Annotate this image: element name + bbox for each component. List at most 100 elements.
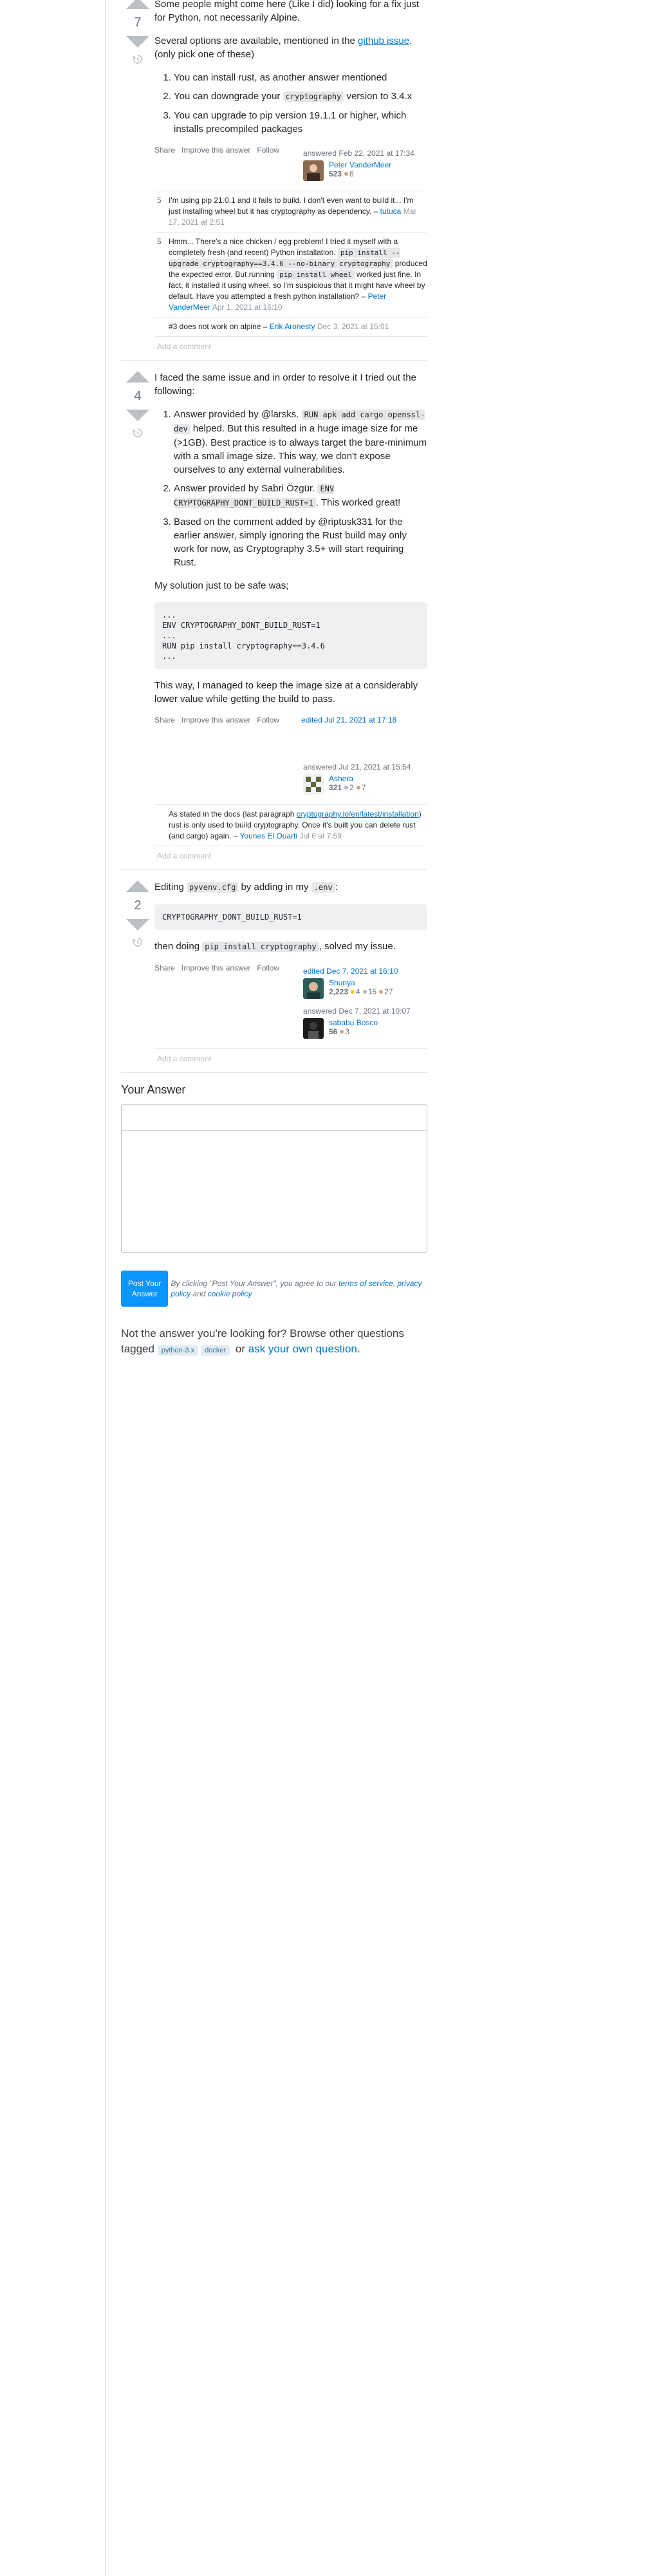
comment-date: Dec 3, 2021 at 15:01	[317, 322, 389, 331]
user-reputation: 523 6	[329, 169, 354, 178]
answer-divider	[121, 869, 427, 870]
user-name[interactable]: sababu Bosco	[329, 1018, 378, 1027]
user-signature: answered Feb 22, 2021 at 17:34 Peter Van…	[299, 146, 427, 185]
share-link[interactable]: Share	[154, 963, 175, 972]
history-icon[interactable]	[133, 54, 143, 64]
answer-paragraph: then doing pip install cryptography, sol…	[154, 941, 396, 952]
comment-link[interactable]: cryptography.io/en/latest/installation	[297, 810, 419, 819]
downvote-icon[interactable]	[126, 36, 149, 48]
answer-divider	[121, 1072, 427, 1073]
ask-question-link[interactable]: ask your own question	[248, 1343, 357, 1355]
user-name[interactable]: Ashera	[329, 774, 366, 783]
answer-body: Editing pyvenv.cfg by adding in my .env:…	[154, 880, 427, 1068]
avatar[interactable]	[303, 978, 324, 999]
comment: As stated in the docs (last paragraph cr…	[154, 805, 427, 846]
inline-code: cryptography	[283, 91, 344, 102]
options-list: You can install rust, as another answer …	[174, 71, 427, 136]
upvote-icon[interactable]	[126, 371, 149, 383]
bronze-badge-icon	[344, 172, 349, 176]
comment: 5 I'm using pip 21.0.1 and it fails to b…	[154, 191, 427, 232]
follow-link[interactable]: Follow	[257, 146, 279, 155]
vote-count: 7	[134, 15, 142, 30]
comment-user[interactable]: tutuca	[380, 207, 402, 216]
avatar[interactable]	[303, 1018, 324, 1039]
answer-paragraph: My solution just to be safe was;	[154, 580, 289, 591]
github-issue-link[interactable]: github issue	[358, 35, 409, 46]
comment-date: Jul 6 at 7:59	[299, 831, 342, 840]
list-item: You can downgrade your cryptography vers…	[174, 90, 427, 104]
history-icon[interactable]	[133, 937, 143, 947]
inline-code: pip install wheel	[277, 270, 355, 279]
post-answer-button[interactable]: Post Your Answer	[121, 1271, 169, 1307]
vote-cell: 4	[121, 371, 154, 866]
terms-of-service-link[interactable]: terms of service	[339, 1279, 393, 1288]
vote-cell: 7	[121, 0, 154, 356]
answered-date: answered Dec 7, 2021 at 10:07	[303, 1007, 411, 1016]
add-comment-link[interactable]: Add a comment	[154, 1049, 427, 1068]
comment-user[interactable]: Erik Aronesty	[270, 322, 315, 331]
user-signature: answered Jul 21, 2021 at 15:54 Ashera 32…	[299, 759, 427, 799]
browse-questions-prompt: Not the answer you're looking for? Brows…	[121, 1327, 404, 1356]
your-answer-section: Your Answer Post Your Answer By clicking…	[121, 1083, 427, 1307]
answered-date: answered Jul 21, 2021 at 15:54	[303, 762, 411, 772]
code-block: ... ENV CRYPTOGRAPHY_DONT_BUILD_RUST=1 .…	[154, 602, 427, 669]
user-reputation: 2,223 4 15 27	[329, 987, 393, 996]
downvote-icon[interactable]	[126, 410, 149, 421]
add-comment-link[interactable]: Add a comment	[154, 337, 427, 356]
downvote-icon[interactable]	[126, 919, 149, 931]
comment-score	[154, 809, 169, 842]
answer-post: 7 Some people might come here (Like I di…	[121, 0, 427, 356]
follow-link[interactable]: Follow	[257, 963, 279, 972]
gold-badge-icon	[351, 990, 355, 994]
follow-link[interactable]: Follow	[257, 715, 279, 724]
comment-date: Apr 1, 2021 at 16:10	[212, 303, 283, 312]
avatar[interactable]	[303, 160, 324, 181]
improve-answer-link[interactable]: Improve this answer	[181, 146, 250, 155]
post-menu: Share Improve this answer Follow edited …	[154, 715, 427, 724]
comment-score: 5	[157, 237, 162, 246]
improve-answer-link[interactable]: Improve this answer	[181, 963, 250, 972]
editor-signature: edited Dec 7, 2021 at 16:10 Shunya 2,223…	[299, 963, 427, 1003]
edited-date[interactable]: edited Dec 7, 2021 at 16:10	[303, 967, 423, 976]
upvote-icon[interactable]	[126, 880, 149, 892]
answer-editor[interactable]	[121, 1104, 427, 1253]
silver-badge-icon	[362, 990, 367, 994]
inline-code: .env	[311, 882, 335, 893]
comment-user[interactable]: Younes El Ouarti	[240, 831, 298, 840]
comment-score: 5	[157, 196, 162, 205]
comment-score	[154, 321, 169, 332]
user-name[interactable]: Shunya	[329, 978, 393, 987]
edited-date-link[interactable]: edited Jul 21, 2021 at 17:18	[301, 715, 396, 724]
add-comment-link[interactable]: Add a comment	[154, 846, 427, 866]
vote-count: 4	[134, 389, 142, 403]
inline-code: pip install cryptography	[202, 942, 319, 952]
tag-docker[interactable]: docker	[201, 1345, 230, 1356]
inline-code: pyvenv.cfg	[187, 882, 239, 893]
comments-section: 5 I'm using pip 21.0.1 and it fails to b…	[154, 191, 427, 337]
tag-python-3x[interactable]: python-3.x	[157, 1345, 199, 1356]
comment: 5 Hmm... There's a nice chicken / egg pr…	[154, 232, 427, 317]
upvote-icon[interactable]	[126, 0, 149, 9]
history-icon[interactable]	[133, 428, 143, 438]
user-reputation: 56 3	[329, 1027, 350, 1036]
user-name[interactable]: Peter VanderMeer	[329, 160, 391, 169]
bronze-badge-icon	[340, 1030, 344, 1034]
list-item: Answer provided by @larsks. RUN apk add …	[174, 408, 427, 477]
bronze-badge-icon	[356, 786, 360, 790]
left-sidebar	[0, 0, 106, 2576]
comment: #3 does not work on alpine – Erik Arones…	[154, 317, 427, 337]
code-block: CRYPTOGRAPHY_DONT_BUILD_RUST=1	[154, 904, 427, 930]
cookie-policy-link[interactable]: cookie policy	[208, 1289, 252, 1298]
share-link[interactable]: Share	[154, 715, 175, 724]
bronze-badge-icon	[379, 990, 384, 994]
avatar[interactable]	[303, 774, 324, 795]
your-answer-heading: Your Answer	[121, 1083, 186, 1096]
share-link[interactable]: Share	[154, 146, 175, 155]
answer-paragraph: Editing pyvenv.cfg by adding in my .env:	[154, 882, 338, 893]
list-item: You can upgrade to pip version 19.1.1 or…	[174, 109, 427, 136]
editor-toolbar[interactable]	[122, 1105, 427, 1131]
improve-answer-link[interactable]: Improve this answer	[181, 715, 250, 724]
user-signature: answered Dec 7, 2021 at 10:07 sababu Bos…	[299, 1003, 427, 1043]
list-item: Answer provided by Sabri Özgür. ENV CRYP…	[174, 482, 427, 510]
vote-count: 2	[134, 898, 142, 913]
